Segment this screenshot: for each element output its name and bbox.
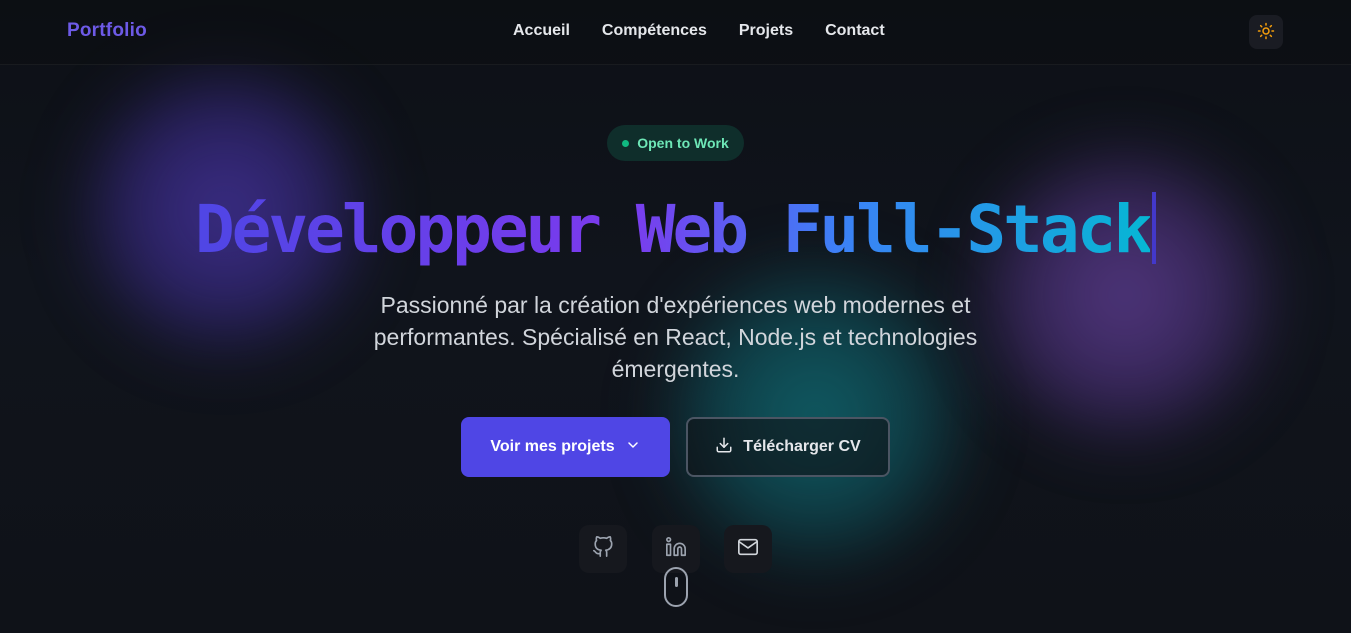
github-link[interactable]: [579, 525, 627, 573]
download-icon: [715, 436, 733, 459]
nav-link-accueil[interactable]: Accueil: [513, 22, 570, 40]
github-icon: [592, 535, 614, 563]
nav-links: Accueil Compétences Projets Contact: [513, 22, 885, 40]
view-projects-label: Voir mes projets: [490, 438, 615, 455]
chevron-down-icon: [625, 437, 641, 458]
theme-toggle-button[interactable]: [1249, 15, 1283, 49]
hero-subtitle: Passionné par la création d'expériences …: [373, 292, 978, 382]
sun-icon: [1257, 22, 1275, 43]
scroll-indicator-icon[interactable]: [664, 567, 688, 607]
download-cv-label: Télécharger CV: [743, 438, 861, 455]
navbar: Portfolio Accueil Compétences Projets Co…: [0, 0, 1351, 65]
email-link[interactable]: [724, 525, 772, 573]
nav-link-competences[interactable]: Compétences: [602, 22, 707, 40]
status-badge: Open to Work: [607, 125, 744, 161]
linkedin-link[interactable]: [652, 525, 700, 573]
hero-headline: Développeur Web Full-Stack: [0, 190, 1351, 270]
linkedin-icon: [665, 536, 687, 563]
view-projects-button[interactable]: Voir mes projets: [461, 417, 670, 477]
nav-link-projets[interactable]: Projets: [739, 22, 793, 40]
mail-icon: [737, 536, 759, 563]
scroll-wheel: [675, 577, 678, 587]
typing-caret: [1152, 192, 1157, 264]
status-badge-label: Open to Work: [637, 135, 729, 151]
hero-headline-text: Développeur Web Full-Stack: [194, 191, 1153, 268]
page: Portfolio Accueil Compétences Projets Co…: [0, 0, 1351, 633]
nav-link-contact[interactable]: Contact: [825, 22, 885, 40]
status-dot: [622, 139, 630, 147]
download-cv-button[interactable]: Télécharger CV: [686, 417, 890, 477]
brand-logo[interactable]: Portfolio: [67, 20, 147, 42]
